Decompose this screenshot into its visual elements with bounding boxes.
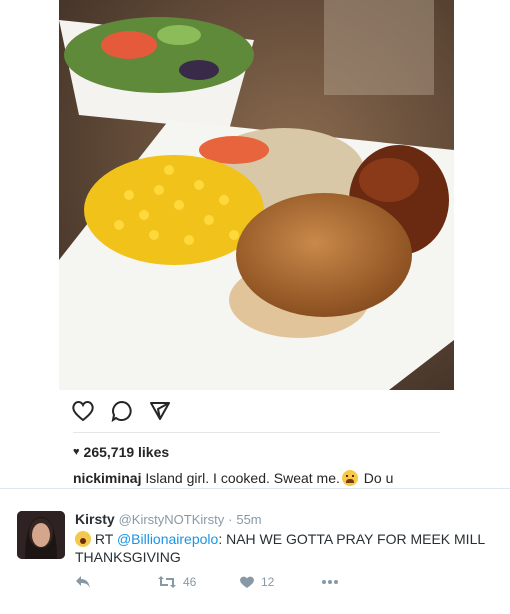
reply-button[interactable] <box>75 575 157 589</box>
food-photo-image <box>59 0 454 390</box>
mention-link[interactable]: @Billionairepolo <box>117 531 218 547</box>
separator: · <box>228 512 233 527</box>
avatar-image <box>17 511 65 559</box>
rt-prefix: RT <box>94 531 114 547</box>
retweet-count: 46 <box>183 575 197 589</box>
food-photo[interactable] <box>59 0 454 390</box>
heart-icon: ♥ <box>73 446 80 458</box>
caption-username[interactable]: nickiminaj <box>73 470 141 486</box>
like-count: 12 <box>261 575 275 589</box>
share-icon[interactable] <box>149 400 171 422</box>
weary-face-icon <box>341 470 358 486</box>
likes-count: 265,719 likes <box>83 444 170 460</box>
tweet-actions: 46 12 <box>75 575 339 589</box>
caption: nickiminaj Island girl. I cooked. Sweat … <box>73 470 393 486</box>
tweet-header: Kirsty @KirstyNOTKirsty · 55m <box>75 511 262 527</box>
tweet: Kirsty @KirstyNOTKirsty · 55m RT @Billio… <box>0 488 510 614</box>
likes-row[interactable]: ♥ 265,719 likes <box>73 444 169 460</box>
caption-tail: Do u <box>363 470 394 486</box>
user-handle[interactable]: @KirstyNOTKirsty <box>119 512 225 527</box>
divider <box>73 432 440 433</box>
caption-text: Island girl. I cooked. Sweat me. <box>145 470 340 486</box>
instagram-embed: ♥ 265,719 likes nickiminaj Island girl. … <box>59 0 454 488</box>
timestamp[interactable]: 55m <box>236 512 261 527</box>
avatar[interactable] <box>17 511 65 559</box>
tweet-text: RT @Billionairepolo: NAH WE GOTTA PRAY F… <box>75 530 495 566</box>
retweet-button[interactable]: 46 <box>157 575 239 589</box>
more-button[interactable] <box>321 579 339 585</box>
heart-outline-icon[interactable] <box>71 400 95 422</box>
user-name[interactable]: Kirsty <box>75 511 115 527</box>
reply-icon <box>76 576 90 588</box>
scream-face-icon <box>75 531 91 547</box>
retweet-icon <box>158 576 176 588</box>
comment-icon[interactable] <box>111 400 133 422</box>
instagram-actions <box>71 400 171 422</box>
like-button[interactable]: 12 <box>239 575 321 589</box>
more-icon <box>322 580 338 584</box>
like-heart-icon <box>240 576 254 588</box>
